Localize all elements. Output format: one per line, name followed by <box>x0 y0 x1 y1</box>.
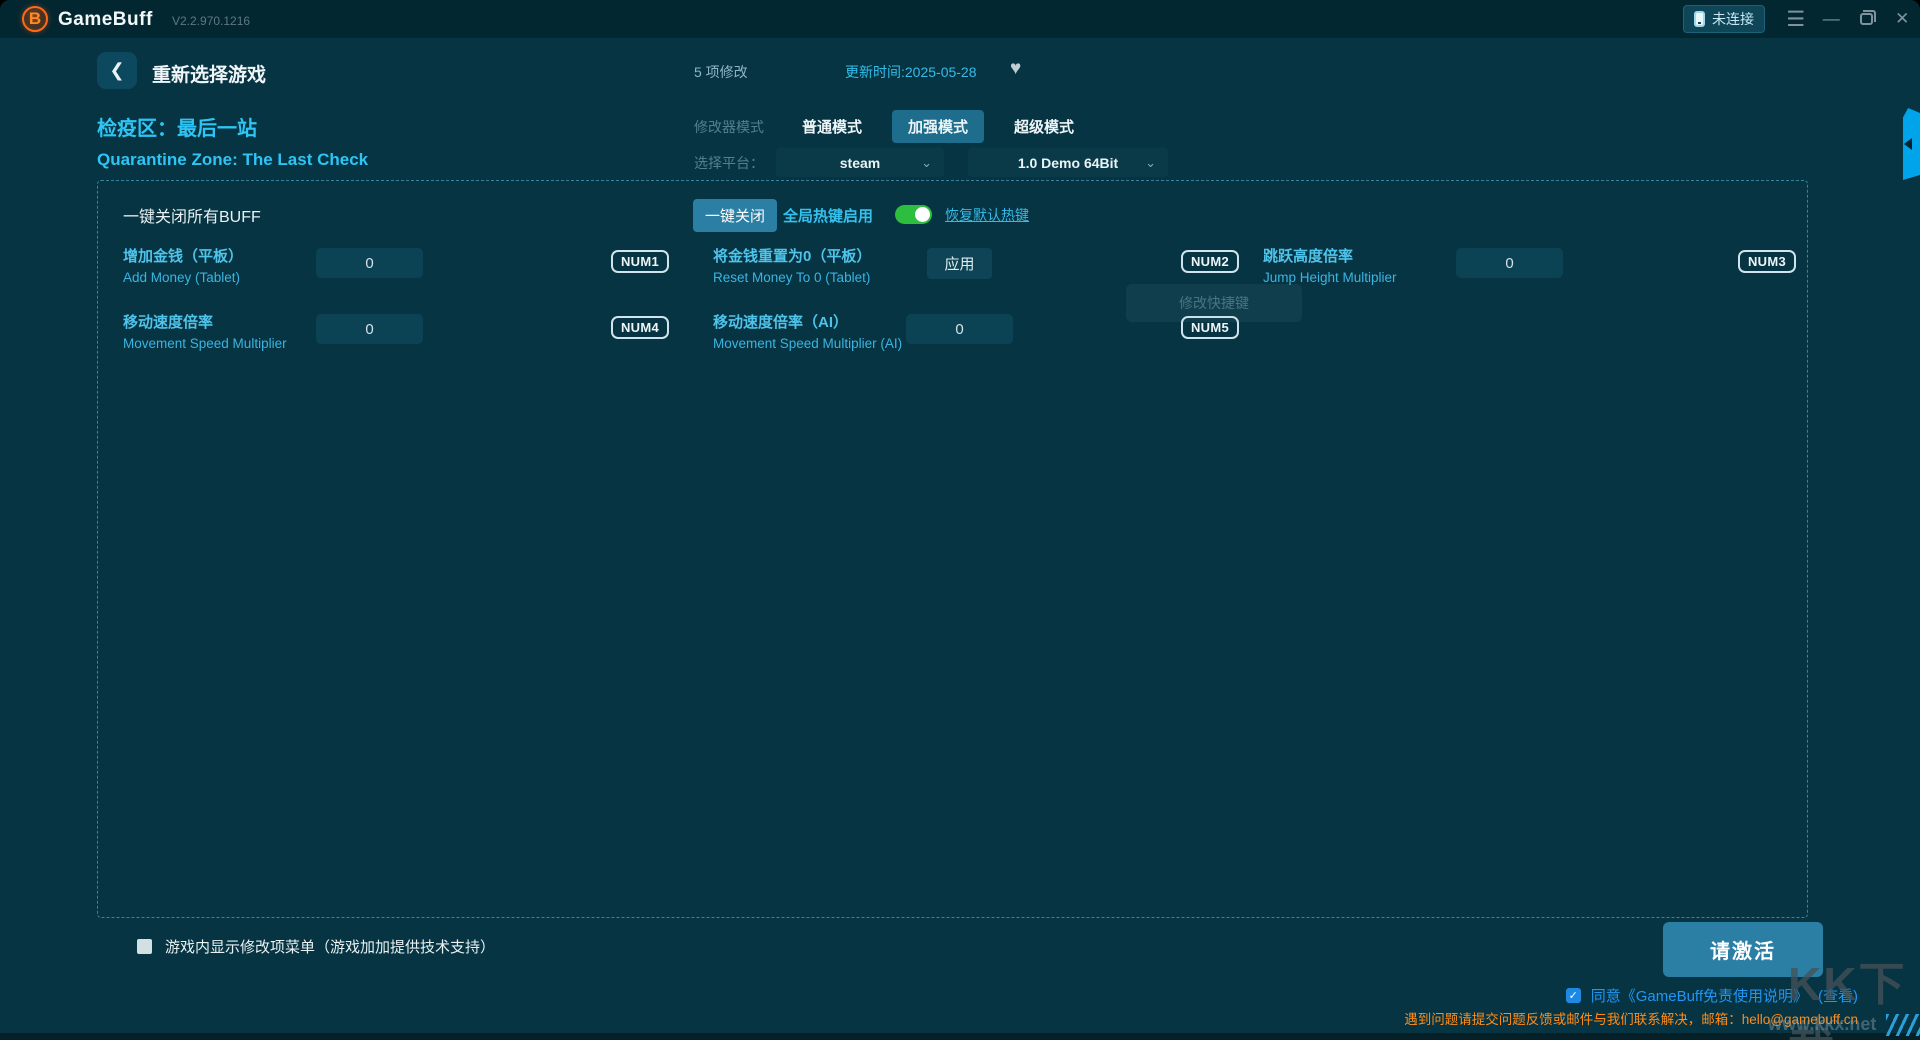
chevron-down-icon: ⌄ <box>921 154 932 170</box>
window-controls: ☰ — ✕ <box>1778 0 1920 38</box>
cheat-row-add-money: 增加金钱（平板） Add Money (Tablet) NUM1 <box>123 247 669 287</box>
restore-default-hotkeys-link[interactable]: 恢复默认热键 <box>945 205 1029 225</box>
app-window: B GameBuff V2.2.970.1216 未连接 ☰ — ✕ ❮ 重新选… <box>0 0 1920 1040</box>
minimize-icon[interactable]: — <box>1814 0 1850 38</box>
close-icon[interactable]: ✕ <box>1885 0 1920 38</box>
update-time: 更新时间:2025-05-28 <box>845 64 977 80</box>
tablet-icon <box>1694 11 1705 27</box>
agreement-link[interactable]: 同意《GameBuff免责使用说明》 <box>1591 985 1808 1006</box>
bottom-edge <box>0 1033 1920 1040</box>
titlebar: B GameBuff V2.2.970.1216 未连接 ☰ — ✕ <box>0 0 1920 38</box>
platform-row: 选择平台： steam ⌄ 1.0 Demo 64Bit ⌄ <box>694 148 1192 177</box>
version-dropdown[interactable]: 1.0 Demo 64Bit ⌄ <box>968 148 1168 177</box>
menu-icon[interactable]: ☰ <box>1778 0 1814 38</box>
favorite-heart-icon[interactable]: ♥ <box>1010 58 1021 80</box>
platform-dropdown[interactable]: steam ⌄ <box>776 148 944 177</box>
move-speed-ai-input[interactable] <box>906 314 1013 344</box>
agreement-row: ✓ 同意《GameBuff免责使用说明》 (查看) <box>1565 985 1858 1006</box>
cheat-label: 移动速度倍率 Movement Speed Multiplier <box>123 314 287 352</box>
mods-count: 5 项修改 <box>694 64 748 80</box>
game-title-cn: 检疫区：最后一站 <box>97 118 257 140</box>
tab-normal-mode[interactable]: 普通模式 <box>786 110 878 143</box>
game-title-en: Quarantine Zone: The Last Check <box>97 150 369 169</box>
cheat-label: 增加金钱（平板） Add Money (Tablet) <box>123 248 244 286</box>
global-hotkey-toggle[interactable] <box>895 205 932 224</box>
tab-super-mode[interactable]: 超级模式 <box>998 110 1090 143</box>
cheat-panel: 一键关闭所有BUFF 一键关闭 全局热键启用 恢复默认热键 增加金钱（平板） A… <box>97 180 1808 918</box>
back-icon: ❮ <box>109 60 125 80</box>
back-button[interactable]: ❮ <box>97 52 137 89</box>
ingame-menu-checkbox[interactable] <box>137 939 152 954</box>
contact-text: 遇到问题请提交问题反馈或邮件与我们联系解决，邮箱： <box>1404 1012 1742 1027</box>
chevron-left-icon <box>1904 138 1912 150</box>
trainer-mode-row: 修改器模式 普通模式 加强模式 超级模式 <box>694 110 1104 143</box>
contact-row: 遇到问题请提交问题反馈或邮件与我们联系解决，邮箱：hello@gamebuff.… <box>1404 1008 1858 1028</box>
cheat-label: 跳跃高度倍率 Jump Height Multiplier <box>1263 248 1397 286</box>
maximize-icon[interactable] <box>1849 0 1885 38</box>
move-speed-input[interactable] <box>316 314 423 344</box>
connection-status-button[interactable]: 未连接 <box>1683 5 1765 33</box>
cheat-label: 将金钱重置为0（平板） Reset Money To 0 (Tablet) <box>713 248 872 286</box>
modify-hotkey-tooltip: 修改快捷键 <box>1126 284 1302 322</box>
connection-status-label: 未连接 <box>1712 11 1754 27</box>
app-version: V2.2.970.1216 <box>172 14 251 28</box>
hotkey-badge-num2[interactable]: NUM2 <box>1180 250 1239 273</box>
app-name: GameBuff <box>58 9 153 30</box>
apply-button[interactable]: 应用 <box>927 248 992 279</box>
global-hotkey-label: 全局热键启用 <box>783 207 874 225</box>
cheat-row-move-speed: 移动速度倍率 Movement Speed Multiplier NUM4 <box>123 313 669 353</box>
cheat-label: 移动速度倍率（AI） Movement Speed Multiplier (AI… <box>713 314 903 352</box>
jump-height-input[interactable] <box>1456 248 1563 278</box>
agreement-view-link[interactable]: (查看) <box>1818 985 1858 1006</box>
cheat-row-reset-money: 将金钱重置为0（平板） Reset Money To 0 (Tablet) 应用… <box>713 247 1239 287</box>
hotkey-badge-num3[interactable]: NUM3 <box>1737 250 1796 273</box>
platform-dropdown-value: steam <box>839 154 881 171</box>
hotkey-badge-num4[interactable]: NUM4 <box>610 316 669 339</box>
agreement-checkbox[interactable]: ✓ <box>1565 988 1581 1003</box>
gamebuff-logo-icon: B <box>22 6 48 32</box>
cheat-row-jump-height: 跳跃高度倍率 Jump Height Multiplier NUM3 <box>1263 247 1796 287</box>
ingame-menu-label: 游戏内显示修改项菜单（游戏加加提供技术支持） <box>165 939 496 956</box>
page-title: 重新选择游戏 <box>152 65 267 86</box>
add-money-input[interactable] <box>316 248 423 278</box>
activate-button[interactable]: 请激活 <box>1663 922 1823 977</box>
side-drawer-tab[interactable] <box>1903 108 1920 180</box>
chevron-down-icon: ⌄ <box>1145 154 1156 170</box>
ingame-menu-row: 游戏内显示修改项菜单（游戏加加提供技术支持） <box>137 936 495 957</box>
close-all-buff-label: 一键关闭所有BUFF <box>123 209 261 226</box>
hotkey-badge-num1[interactable]: NUM1 <box>610 250 669 273</box>
toggle-knob <box>915 207 930 222</box>
version-dropdown-value: 1.0 Demo 64Bit <box>1017 154 1119 171</box>
contact-email-link[interactable]: hello@gamebuff.cn <box>1742 1012 1858 1027</box>
tab-enhanced-mode[interactable]: 加强模式 <box>892 110 985 143</box>
panel-header: 一键关闭所有BUFF 一键关闭 全局热键启用 恢复默认热键 <box>123 198 1787 232</box>
trainer-mode-label: 修改器模式 <box>694 118 764 135</box>
close-all-button[interactable]: 一键关闭 <box>693 198 778 232</box>
platform-label: 选择平台： <box>694 154 764 171</box>
